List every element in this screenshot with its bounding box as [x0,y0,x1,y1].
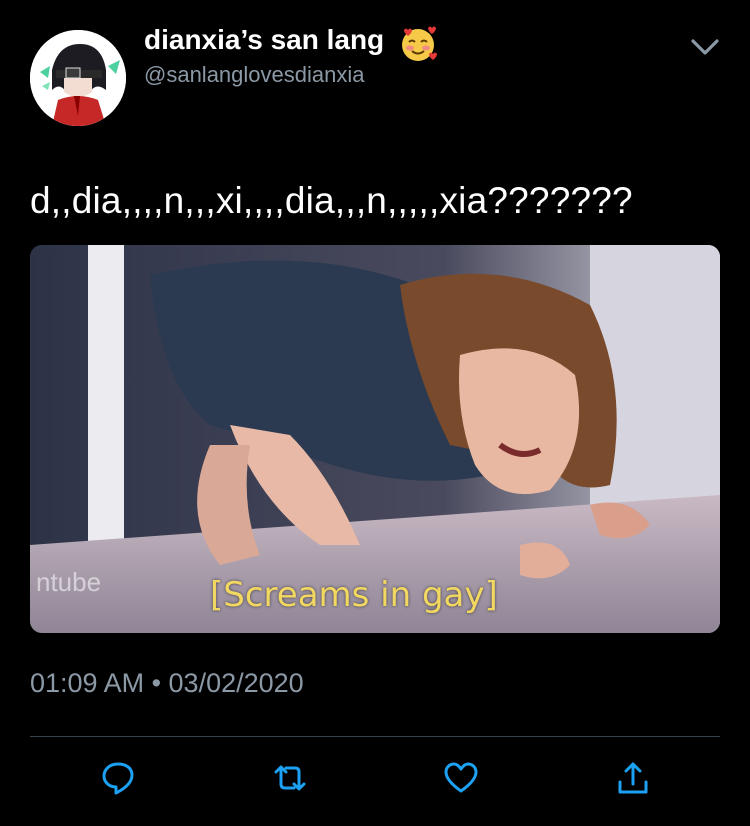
media-caption: [Screams in gay] [210,575,498,615]
reply-icon[interactable] [100,760,136,796]
tweet-media[interactable]: ntube [Screams in gay] [30,245,720,633]
media-watermark: ntube [36,567,102,597]
smiling-face-with-hearts-icon [398,24,438,64]
handle[interactable]: @sanlanglovesdianxia [144,62,364,88]
divider [30,736,720,737]
chevron-down-icon[interactable] [688,30,722,64]
display-name[interactable]: dianxia’s san lang [144,24,384,56]
timestamp[interactable]: 01:09 AM • 03/02/2020 [30,668,304,699]
avatar[interactable] [30,30,126,126]
tweet: dianxia’s san lang @sanlanglovesdianxia … [0,0,750,826]
tweet-text: d,,dia,,,,n,,,xi,,,,dia,,,n,,,,,xia?????… [30,180,633,221]
retweet-icon[interactable] [272,760,308,796]
like-icon[interactable] [443,760,479,796]
share-icon[interactable] [615,760,651,796]
